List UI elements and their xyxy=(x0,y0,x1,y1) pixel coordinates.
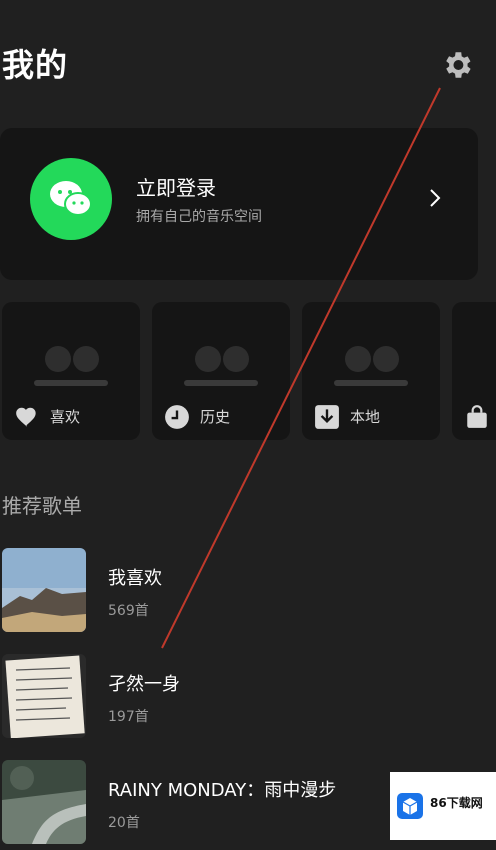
tile-history[interactable]: 历史 xyxy=(152,302,290,440)
tile-logo-icon xyxy=(195,346,249,372)
login-subtitle: 拥有自己的音乐空间 xyxy=(136,209,262,225)
tile-logo-icon xyxy=(45,346,99,372)
tile-label: 喜欢 xyxy=(50,408,81,426)
chevron-right-icon xyxy=(430,189,441,207)
login-title: 立即登录 xyxy=(136,176,216,200)
playlist-name: 我喜欢 xyxy=(108,568,162,589)
tile-local[interactable]: 本地 xyxy=(302,302,440,440)
box-icon xyxy=(397,793,423,819)
wechat-icon xyxy=(50,181,92,216)
watermark-label: 86下载网 xyxy=(430,796,483,810)
playlist-cover xyxy=(2,548,86,632)
settings-button[interactable] xyxy=(440,48,474,82)
playlist-name: 孑然一身 xyxy=(108,674,180,695)
clock-icon xyxy=(165,405,189,429)
download-icon xyxy=(315,405,339,429)
heart-icon xyxy=(16,407,36,427)
tile-logo-icon xyxy=(345,346,399,372)
playlist-count: 569首 xyxy=(108,603,149,619)
playlist-cover xyxy=(2,760,86,844)
playlist-count: 20首 xyxy=(108,815,140,831)
tile-label: 历史 xyxy=(200,408,231,426)
gear-icon xyxy=(446,52,471,78)
playlist-item[interactable]: 孑然一身 197首 xyxy=(0,654,496,744)
section-title: 推荐歌单 xyxy=(2,494,82,518)
tile-label: 本地 xyxy=(350,408,381,426)
quick-access-row: 喜欢 历史 本地 xyxy=(0,302,496,440)
playlist-item[interactable]: 我喜欢 569首 xyxy=(0,548,496,638)
wechat-avatar xyxy=(30,158,112,240)
playlist-count: 197首 xyxy=(108,709,149,725)
bag-icon xyxy=(467,405,487,428)
tile-favorites[interactable]: 喜欢 xyxy=(2,302,140,440)
playlist-cover xyxy=(2,654,86,738)
page-title: 我的 xyxy=(2,46,69,84)
playlist-name: RAINY MONDAY：雨中漫步 xyxy=(108,780,337,801)
watermark: 86下载网 xyxy=(390,772,496,840)
login-card[interactable]: 立即登录 拥有自己的音乐空间 xyxy=(0,128,478,280)
tile-purchased[interactable] xyxy=(452,302,496,440)
